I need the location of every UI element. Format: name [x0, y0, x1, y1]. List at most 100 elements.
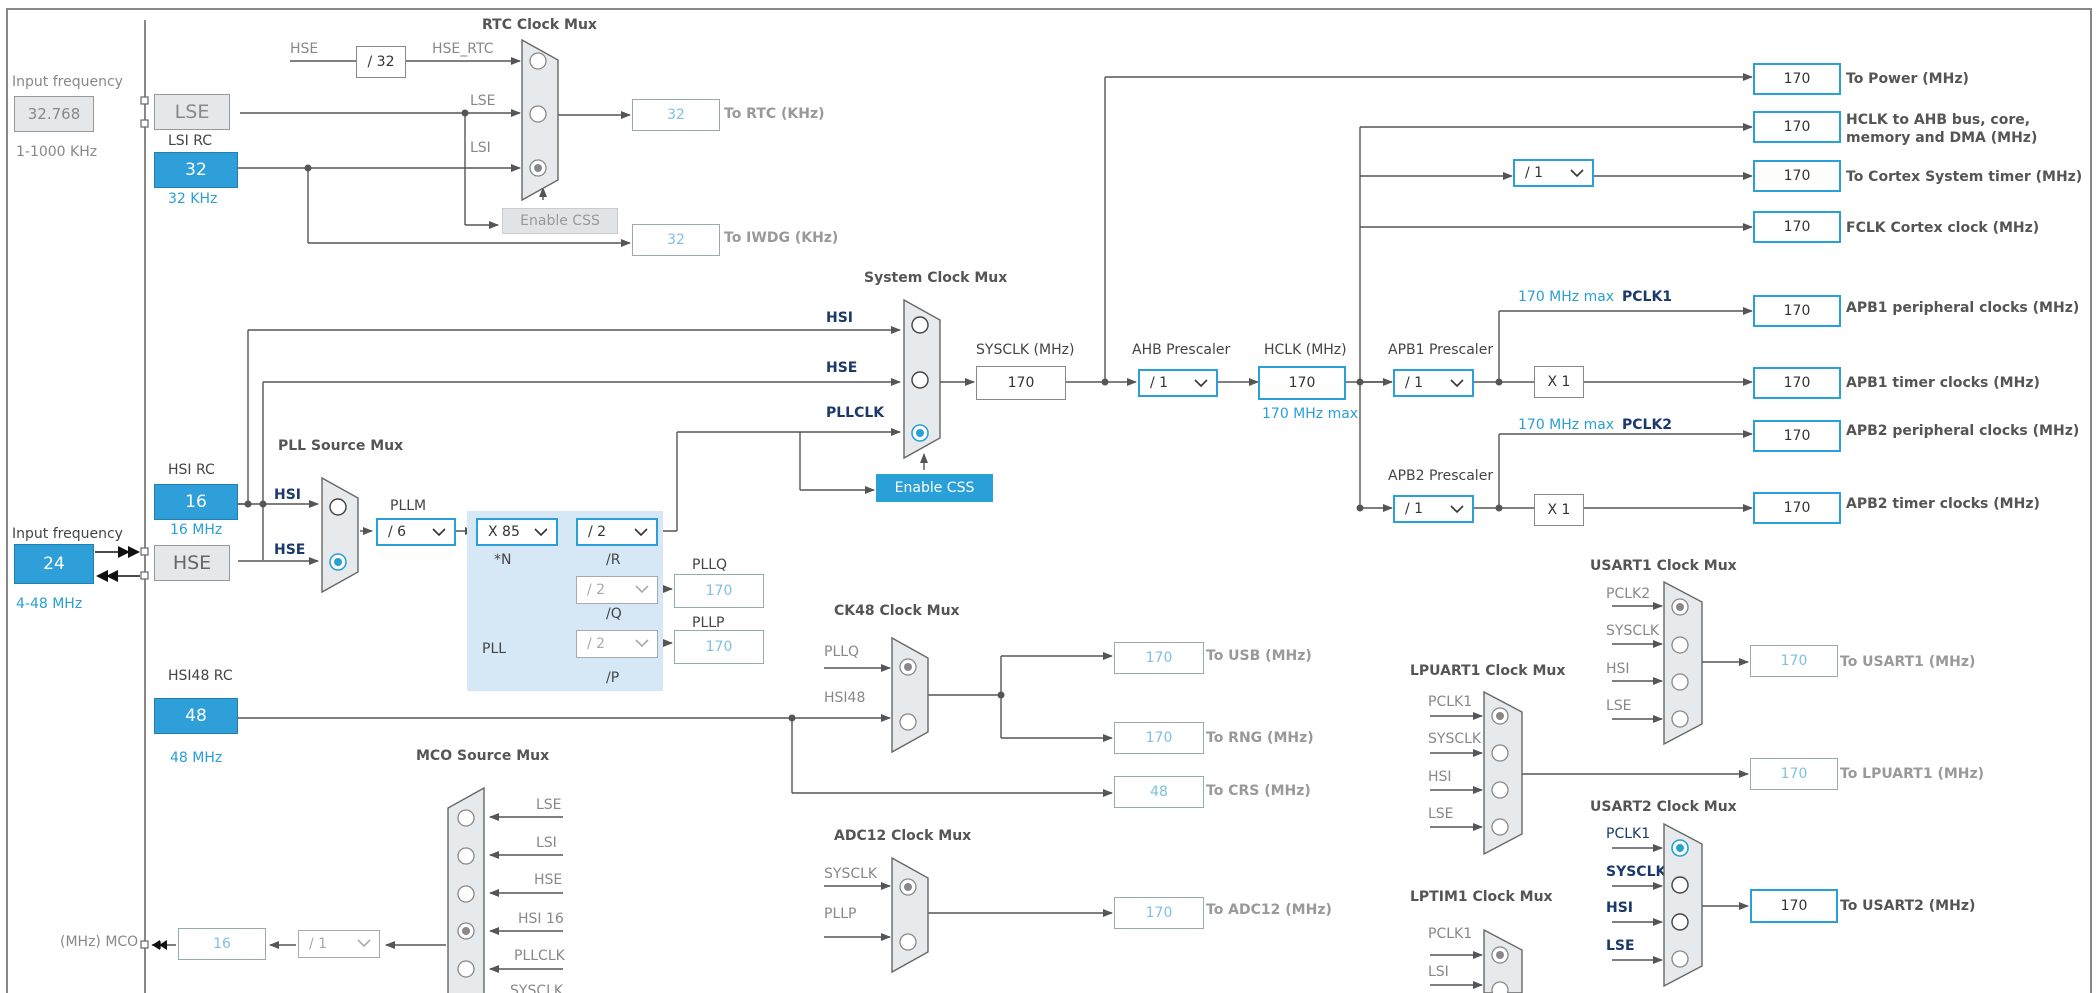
apb2-timer-multiplier: X 1 — [1534, 494, 1584, 526]
cortex-timer-label: To Cortex System timer (MHz) — [1846, 169, 2083, 185]
pllq-output-field[interactable]: 170 — [674, 574, 764, 608]
apb2-prescaler-select[interactable]: / 1 — [1393, 495, 1474, 523]
cortex-timer-divider-select[interactable]: / 1 — [1513, 159, 1594, 187]
usart2-input-lse: LSE — [1606, 938, 1635, 954]
lptim1-clock-mux[interactable] — [1482, 928, 1524, 993]
chevron-down-icon — [1450, 505, 1464, 514]
pllq-select[interactable]: / 2 — [576, 576, 658, 604]
apb1-peripheral-field[interactable]: 170 — [1753, 295, 1841, 327]
iwdg-output-field[interactable]: 32 — [632, 224, 720, 256]
pllp-select[interactable]: / 2 — [576, 630, 658, 658]
cortex-timer-field[interactable]: 170 — [1753, 160, 1841, 192]
mco-divider-value: / 1 — [309, 936, 328, 952]
apb1-prescaler-select[interactable]: / 1 — [1393, 369, 1474, 397]
usart1-input-pclk2: PCLK2 — [1606, 586, 1651, 602]
usart1-input-hsi: HSI — [1606, 661, 1630, 677]
adc12-output-field[interactable]: 170 — [1114, 897, 1204, 929]
apb2-timer-label: APB2 timer clocks (MHz) — [1846, 496, 2040, 512]
sysclk-enable-css-button[interactable]: Enable CSS — [876, 474, 993, 502]
rtc-hse-label: HSE — [290, 41, 319, 57]
mco-input-lsi: LSI — [536, 835, 557, 851]
usart1-output-field[interactable]: 170 — [1750, 645, 1838, 677]
lse-input-frequency-label: Input frequency — [12, 74, 123, 90]
sysclk-field[interactable]: 170 — [976, 366, 1066, 400]
pll-source-mux-title: PLL Source Mux — [278, 438, 404, 454]
pclk2-label: PCLK2 — [1622, 417, 1673, 433]
usb-output-field[interactable]: 170 — [1114, 642, 1204, 674]
hclk-field[interactable]: 170 — [1258, 366, 1346, 400]
plln-select[interactable]: X 85 — [476, 518, 558, 546]
pll-label: PLL — [482, 641, 507, 657]
to-power-field[interactable]: 170 — [1753, 63, 1841, 95]
ahb-prescaler-select[interactable]: / 1 — [1138, 369, 1218, 397]
lpuart1-output-label: To LPUART1 (MHz) — [1840, 766, 1985, 782]
to-power-label: To Power (MHz) — [1846, 71, 1969, 87]
pllr-select[interactable]: / 2 — [576, 518, 658, 546]
lpuart1-input-hsi: HSI — [1428, 769, 1452, 785]
mco-input-sysclk: SYSCLK — [510, 983, 564, 993]
pclk1-label: PCLK1 — [1622, 289, 1673, 305]
apb1-timer-field[interactable]: 170 — [1753, 367, 1841, 399]
system-clock-mux[interactable] — [902, 298, 942, 460]
mco-divider-select[interactable]: / 1 — [298, 930, 380, 958]
pll-src-hse-label: HSE — [274, 542, 306, 558]
lse-range-label: 1-1000 KHz — [16, 144, 98, 160]
usart2-clock-mux[interactable] — [1662, 822, 1704, 988]
lpuart1-input-pclk1: PCLK1 — [1428, 694, 1473, 710]
hsi48-rc-value-box[interactable]: 48 — [154, 698, 238, 734]
fclk-field[interactable]: 170 — [1753, 211, 1841, 243]
chevron-down-icon — [634, 528, 648, 537]
apb1-prescaler-value: / 1 — [1405, 375, 1424, 391]
sysclk-pllclk-label: PLLCLK — [826, 405, 885, 421]
adc12-pllp-label: PLLP — [824, 906, 857, 922]
usart1-clock-mux[interactable] — [1662, 580, 1704, 746]
mco-source-mux[interactable] — [444, 786, 486, 993]
pllq-value: / 2 — [587, 582, 606, 598]
mco-input-hsi16: HSI 16 — [518, 911, 564, 927]
apb2-peripheral-field[interactable]: 170 — [1753, 420, 1841, 452]
pllm-select[interactable]: / 6 — [376, 518, 456, 546]
mco-output-field[interactable]: 16 — [178, 928, 266, 960]
pllp-output-field[interactable]: 170 — [674, 630, 764, 664]
hclk-ahb-field[interactable]: 170 — [1753, 111, 1841, 143]
rtc-output-label: To RTC (KHz) — [724, 106, 825, 122]
lse-input-frequency-field[interactable]: 32.768 — [14, 96, 94, 132]
lsi-rc-title: LSI RC — [168, 133, 213, 149]
pllq-output-label: PLLQ — [692, 557, 728, 573]
usart1-input-lse: LSE — [1606, 698, 1632, 714]
pll-source-mux[interactable] — [320, 476, 360, 594]
chevron-down-icon — [1450, 379, 1464, 388]
crs-output-field[interactable]: 48 — [1114, 776, 1204, 808]
hclk-max-label: 170 MHz max — [1262, 406, 1359, 422]
lpuart1-output-field[interactable]: 170 — [1750, 758, 1838, 790]
lpuart1-input-sysclk: SYSCLK — [1428, 731, 1482, 747]
hse-rtc-divider[interactable]: / 32 — [356, 46, 406, 78]
usart1-clock-mux-title: USART1 Clock Mux — [1590, 558, 1737, 574]
usb-output-label: To USB (MHz) — [1206, 648, 1312, 664]
system-clock-mux-title: System Clock Mux — [864, 270, 1008, 286]
chevron-down-icon — [635, 585, 649, 594]
hsi-rc-value-box[interactable]: 16 — [154, 484, 238, 520]
usart2-output-field[interactable]: 170 — [1750, 889, 1838, 923]
sysclk-hsi-label: HSI — [826, 310, 854, 326]
rtc-clock-mux[interactable] — [520, 38, 560, 202]
lpuart1-clock-mux[interactable] — [1482, 690, 1524, 856]
rtc-output-field[interactable]: 32 — [632, 99, 720, 131]
hse-input-frequency-field[interactable]: 24 — [14, 544, 94, 584]
apb2-timer-field[interactable]: 170 — [1753, 492, 1841, 524]
mco-source-mux-title: MCO Source Mux — [416, 748, 550, 764]
lse-source-box[interactable]: LSE — [154, 94, 230, 130]
adc12-clock-mux[interactable] — [890, 856, 930, 974]
apb1-timer-label: APB1 timer clocks (MHz) — [1846, 375, 2040, 391]
ck48-clock-mux[interactable] — [890, 636, 930, 754]
rng-output-field[interactable]: 170 — [1114, 722, 1204, 754]
rtc-enable-css-button[interactable]: Enable CSS — [502, 208, 618, 234]
hse-source-box[interactable]: HSE — [154, 545, 230, 581]
usart2-input-pclk1: PCLK1 — [1606, 826, 1651, 842]
hsi-frequency-label: 16 MHz — [170, 522, 223, 538]
ahb-prescaler-value: / 1 — [1150, 375, 1169, 391]
chevron-down-icon — [357, 939, 371, 948]
lsi-rc-value-box[interactable]: 32 — [154, 152, 238, 188]
adc12-clock-mux-title: ADC12 Clock Mux — [834, 828, 972, 844]
usart2-input-sysclk: SYSCLK — [1606, 864, 1667, 880]
